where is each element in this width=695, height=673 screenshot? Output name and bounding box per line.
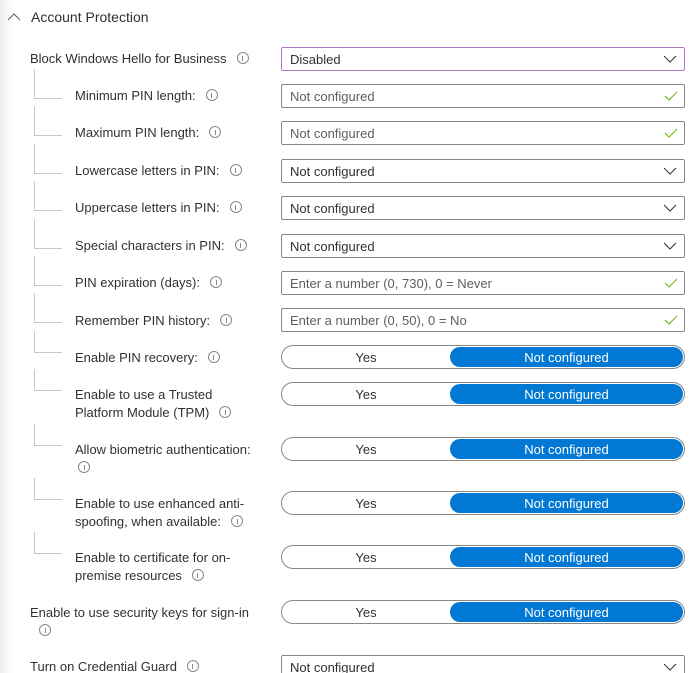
toggle-option-yes[interactable]: Yes [282,546,450,568]
tree-connector [34,181,62,211]
info-icon[interactable] [207,351,220,363]
min-pin-length-input[interactable]: Not configured [281,84,685,108]
setting-label-block-windows-hello: Block Windows Hello for Business [30,50,249,68]
pin-history-input[interactable]: Enter a number (0, 50), 0 = No [281,308,685,332]
input-placeholder: Enter a number (0, 50), 0 = No [290,312,467,328]
info-icon[interactable] [234,239,247,251]
toggle-option-yes[interactable]: Yes [282,492,450,514]
input-value: Not configured [290,125,375,141]
tree-connector [34,69,62,99]
tree-connector [34,293,62,323]
checkmark-icon [664,128,678,138]
max-pin-length-input[interactable]: Not configured [281,121,685,145]
dropdown-value: Not configured [290,659,375,673]
setting-label-min-pin-length: Minimum PIN length: [75,87,265,105]
info-icon[interactable] [231,515,243,527]
certificate-toggle[interactable]: Yes Not configured [281,545,685,569]
setting-label-credential-guard: Turn on Credential Guard [30,658,199,673]
info-icon[interactable] [39,624,51,636]
security-keys-toggle[interactable]: Yes Not configured [281,600,685,624]
info-icon[interactable] [219,406,232,418]
setting-label-biometric: Allow biometric authentication: [75,441,265,477]
tree-connector [34,106,62,136]
info-icon[interactable] [236,52,249,64]
dropdown-value: Not configured [290,238,375,254]
checkmark-icon [664,278,678,288]
chevron-down-icon [663,167,677,175]
special-chars-dropdown[interactable]: Not configured [281,234,685,258]
toggle-option-not-configured[interactable]: Not configured [450,439,683,459]
info-icon[interactable] [78,461,90,473]
setting-label-pin-expiration: PIN expiration (days): [75,274,265,292]
tpm-toggle[interactable]: Yes Not configured [281,382,685,406]
info-icon[interactable] [191,569,204,581]
section-title: Account Protection [31,9,149,25]
credential-guard-dropdown[interactable]: Not configured [281,655,685,673]
toggle-option-yes[interactable]: Yes [282,438,450,460]
setting-label-tpm: Enable to use a Trusted Platform Module (… [75,386,265,422]
dropdown-value: Not configured [290,163,375,179]
setting-label-pin-history: Remember PIN history: [75,312,265,330]
toggle-option-yes[interactable]: Yes [282,383,450,405]
setting-label-certificate: Enable to certificate for on-premise res… [75,550,231,583]
tree-connector [34,478,62,500]
setting-label-pin-recovery: Enable PIN recovery: [75,349,265,367]
toggle-option-yes[interactable]: Yes [282,601,450,623]
block-windows-hello-dropdown[interactable]: Disabled [281,47,685,71]
lowercase-dropdown[interactable]: Not configured [281,159,685,183]
checkmark-icon [664,315,678,325]
info-icon[interactable] [229,164,242,176]
pin-expiration-input[interactable]: Enter a number (0, 730), 0 = Never [281,271,685,295]
setting-label-max-pin-length: Maximum PIN length: [75,124,265,142]
tree-connector [34,144,62,174]
section-header-account-protection[interactable]: Account Protection [6,7,149,27]
toggle-option-not-configured[interactable]: Not configured [450,347,683,367]
pin-recovery-toggle[interactable]: Yes Not configured [281,345,685,369]
input-value: Not configured [290,88,375,104]
tree-connector [34,219,62,249]
anti-spoofing-toggle[interactable]: Yes Not configured [281,491,685,515]
input-placeholder: Enter a number (0, 730), 0 = Never [290,275,492,291]
tree-connector [34,369,62,391]
tree-connector [34,532,62,554]
setting-label-special-chars: Special characters in PIN: [75,237,265,255]
chevron-down-icon [663,55,677,63]
checkmark-icon [664,91,678,101]
dropdown-value: Disabled [290,51,341,67]
toggle-option-not-configured[interactable]: Not configured [450,602,683,622]
chevron-down-icon [663,204,677,212]
uppercase-dropdown[interactable]: Not configured [281,196,685,220]
chevron-down-icon [663,663,677,671]
setting-label-security-keys: Enable to use security keys for sign-in [30,604,270,640]
dropdown-value: Not configured [290,200,375,216]
tree-connector [34,424,62,446]
toggle-option-not-configured[interactable]: Not configured [450,493,683,513]
toggle-option-not-configured[interactable]: Not configured [450,547,683,567]
setting-label-lowercase: Lowercase letters in PIN: [75,162,265,180]
info-icon[interactable] [210,276,222,288]
info-icon[interactable] [220,314,233,326]
chevron-down-icon [663,242,677,250]
info-icon[interactable] [186,660,199,672]
toggle-option-yes[interactable]: Yes [282,346,450,368]
info-icon[interactable] [209,126,222,138]
setting-label-uppercase: Uppercase letters in PIN: [75,199,265,217]
biometric-toggle[interactable]: Yes Not configured [281,437,685,461]
setting-label-anti-spoofing: Enable to use enhanced anti-spoofing, wh… [75,496,245,529]
toggle-option-not-configured[interactable]: Not configured [450,384,683,404]
tree-connector [34,331,62,353]
info-icon[interactable] [205,89,218,101]
chevron-up-icon [7,13,21,21]
info-icon[interactable] [229,201,242,213]
tree-connector [34,256,62,286]
